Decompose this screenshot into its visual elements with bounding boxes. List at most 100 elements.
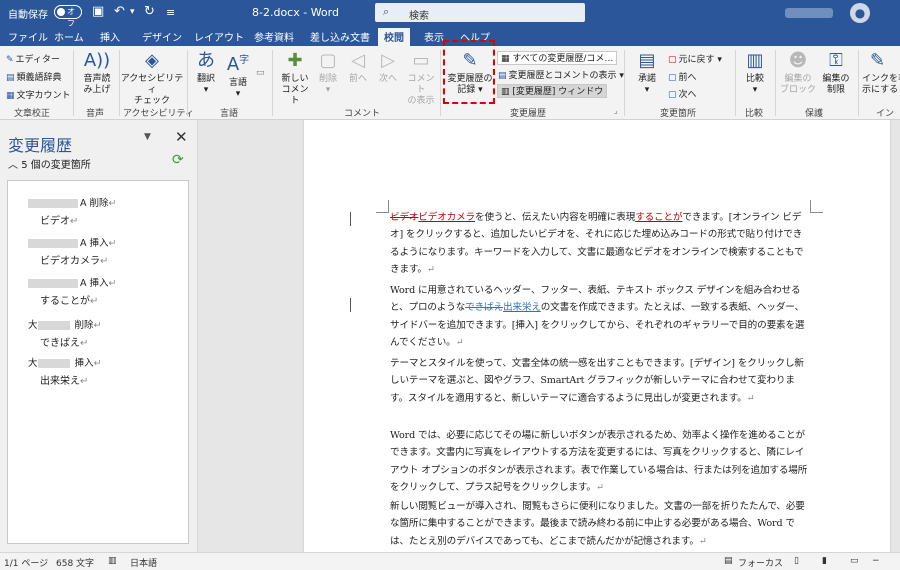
inserted-text: 出来栄え [502, 302, 541, 314]
group-label-tracking: 変更履歴 [510, 109, 547, 119]
revision-author: A 削除↵ [28, 195, 117, 209]
customize-qa-icon[interactable]: ≡ [166, 6, 175, 19]
thesaurus-button[interactable]: ▤ 類義語辞典 [6, 70, 62, 83]
margin-corner [376, 200, 389, 213]
next-comment-button[interactable]: ▷ 次へ [374, 50, 402, 85]
page-count[interactable]: 1/1 ページ [4, 556, 48, 569]
separator [272, 50, 273, 116]
reject-button[interactable]: ▢ 元に戻す ▾ [668, 52, 722, 65]
hide-ink-button[interactable]: ✎ インクを非 示にする [862, 50, 900, 96]
tab-mailings[interactable]: 差し込み文書 [310, 29, 370, 44]
prev-comment-icon: ◁ [351, 50, 365, 71]
separator [440, 50, 441, 116]
new-comment-icon: ✚ [287, 50, 303, 71]
accessibility-check-button[interactable]: ◈ アクセシビリティ チェック [120, 50, 184, 107]
separator [73, 50, 74, 116]
accept-button[interactable]: ▤ 承諾 ▾ [630, 50, 664, 96]
revisions-count[interactable]: ︿ 5 個の変更箇所 [8, 156, 91, 171]
compare-button[interactable]: ▥ 比較 ▾ [740, 50, 770, 96]
status-bar: 1/1 ページ 658 文字 ▥ 日本語 ▤ フォーカス ▯ ▮ ▭ − [0, 552, 900, 570]
word-count-button[interactable]: ▦ 文字カウント [6, 88, 71, 101]
accessibility-icon: ◈ [145, 50, 159, 71]
tab-insert[interactable]: 挿入 [100, 29, 120, 44]
paragraph-4: Word では、必要に応じてその場に新しいボタンが表示されるため、効率よく操作を… [390, 430, 808, 493]
language-status[interactable]: 日本語 [130, 556, 157, 569]
deleted-text: できばえ [465, 302, 503, 314]
tab-references[interactable]: 参考資料 [254, 29, 294, 44]
ribbon: ✎ エディター ▤ 類義語辞典 ▦ 文字カウント 文章校正 A)) 音声読 み上げ 音… [0, 40, 900, 132]
ime-icon[interactable]: ▭ [256, 68, 265, 78]
compare-icon: ▥ [746, 50, 764, 71]
proofing-icon[interactable]: ▥ [108, 556, 117, 566]
prev-comment-button[interactable]: ◁ 前へ [344, 50, 372, 85]
document-page[interactable]: ビデオビデオカメラを使うと、伝えたい内容を明確に表現することができます。[オンラ… [304, 120, 890, 552]
autosave-label: 自動保存 [8, 10, 48, 21]
tab-design[interactable]: デザイン [142, 29, 182, 44]
search-placeholder: 検索 [409, 11, 429, 22]
redo-icon[interactable]: ↻ [144, 4, 155, 19]
tracking-dialog-launcher-icon[interactable]: ⌟ [614, 106, 618, 115]
group-label-compare: 比較 [745, 109, 764, 119]
autosave-toggle[interactable]: オフ [54, 5, 82, 28]
language-button[interactable]: A字 言語 ▾ [224, 50, 252, 100]
translate-icon: あ [197, 50, 215, 71]
focus-icon[interactable]: ▤ [724, 556, 733, 566]
word-count[interactable]: 658 文字 [56, 556, 94, 569]
deleted-text: ビデオ [390, 212, 419, 223]
show-comments-icon: ▭ [412, 50, 430, 71]
avatar[interactable]: ● [850, 3, 870, 23]
group-label-comments: コメント [344, 109, 381, 119]
web-layout-icon[interactable]: ▭ [850, 556, 859, 566]
block-authors-icon: ☻ [788, 50, 808, 71]
paragraph-1: ビデオビデオカメラを使うと、伝えたい内容を明確に表現することができます。[オンラ… [390, 212, 804, 275]
prev-change-button[interactable]: ▢ 前へ [668, 70, 697, 83]
revision-author: A 挿入↵ [28, 235, 117, 249]
undo-icon[interactable]: ↶ [114, 4, 125, 19]
language-icon: A字 [226, 54, 250, 75]
paragraph-3: テーマとスタイルを使って、文書全体の統一感を出すこともできます。[デザイン] を… [390, 358, 804, 404]
refresh-icon[interactable]: ⟳ [172, 152, 184, 168]
prev-change-icon: ▢ [668, 73, 677, 83]
show-comments-button[interactable]: ▭ コメント の表示 [404, 50, 438, 107]
group-label-speech: 音声 [86, 109, 105, 119]
next-change-button[interactable]: ▢ 次へ [668, 87, 697, 100]
document-area: ビデオビデオカメラを使うと、伝えたい内容を明確に表現することができます。[オンラ… [198, 120, 900, 552]
close-icon[interactable]: ✕ [175, 128, 188, 146]
group-label-protect: 保護 [805, 109, 824, 119]
tab-layout[interactable]: レイアウト [194, 29, 244, 44]
tab-review[interactable]: 校閲 [378, 28, 410, 47]
save-icon[interactable]: ▣ [92, 4, 104, 19]
translate-button[interactable]: あ 翻訳 ▾ [191, 50, 221, 96]
change-bar [350, 212, 351, 226]
pane-options-icon[interactable]: ▼ [144, 132, 151, 142]
new-comment-button[interactable]: ✚ 新しい コメント [278, 50, 312, 107]
search-box[interactable]: ⌕ 検索 [375, 3, 585, 22]
separator [624, 50, 625, 116]
tab-home[interactable]: ホーム [54, 29, 84, 44]
editor-button[interactable]: ✎ エディター [6, 52, 60, 65]
read-mode-icon[interactable]: ▯ [794, 556, 799, 566]
delete-comment-button[interactable]: ▢ 削除 ▾ [314, 50, 342, 96]
print-layout-icon[interactable]: ▮ [822, 556, 827, 566]
reviewing-pane-button[interactable]: ▥ [変更履歴] ウィンドウ ▾ [497, 84, 607, 98]
tab-view[interactable]: 表示 [424, 29, 444, 44]
tab-file[interactable]: ファイル [8, 29, 48, 44]
zoom-out-icon[interactable]: − [872, 556, 880, 566]
undo-dropdown-icon[interactable]: ▾ [130, 7, 135, 17]
group-label-accessibility: アクセシビリティ [123, 109, 195, 119]
focus-button[interactable]: フォーカス [738, 556, 783, 569]
revision-text: ビデオ↵ [40, 216, 79, 227]
restrict-editing-button[interactable]: ⚿ 編集の 制限 [818, 50, 854, 96]
group-label-language: 言語 [220, 109, 239, 119]
show-markup-button[interactable]: ▤ 変更履歴とコメントの表示 ▾ [498, 68, 624, 81]
markup-option-select[interactable]: ▦ すべての変更履歴/コメ… [497, 51, 617, 65]
revision-text: できばえ↵ [40, 338, 89, 349]
change-bar [350, 298, 351, 312]
read-aloud-button[interactable]: A)) 音声読 み上げ [78, 50, 116, 96]
document-title: 8-2.docx - Word [252, 6, 339, 19]
markup-option-icon: ▦ [501, 54, 510, 64]
block-authors-button[interactable]: ☻ 編集の ブロック [780, 50, 816, 96]
inserted-text: することが [635, 212, 683, 223]
next-comment-icon: ▷ [381, 50, 395, 71]
group-label-changes: 変更箇所 [660, 109, 697, 119]
